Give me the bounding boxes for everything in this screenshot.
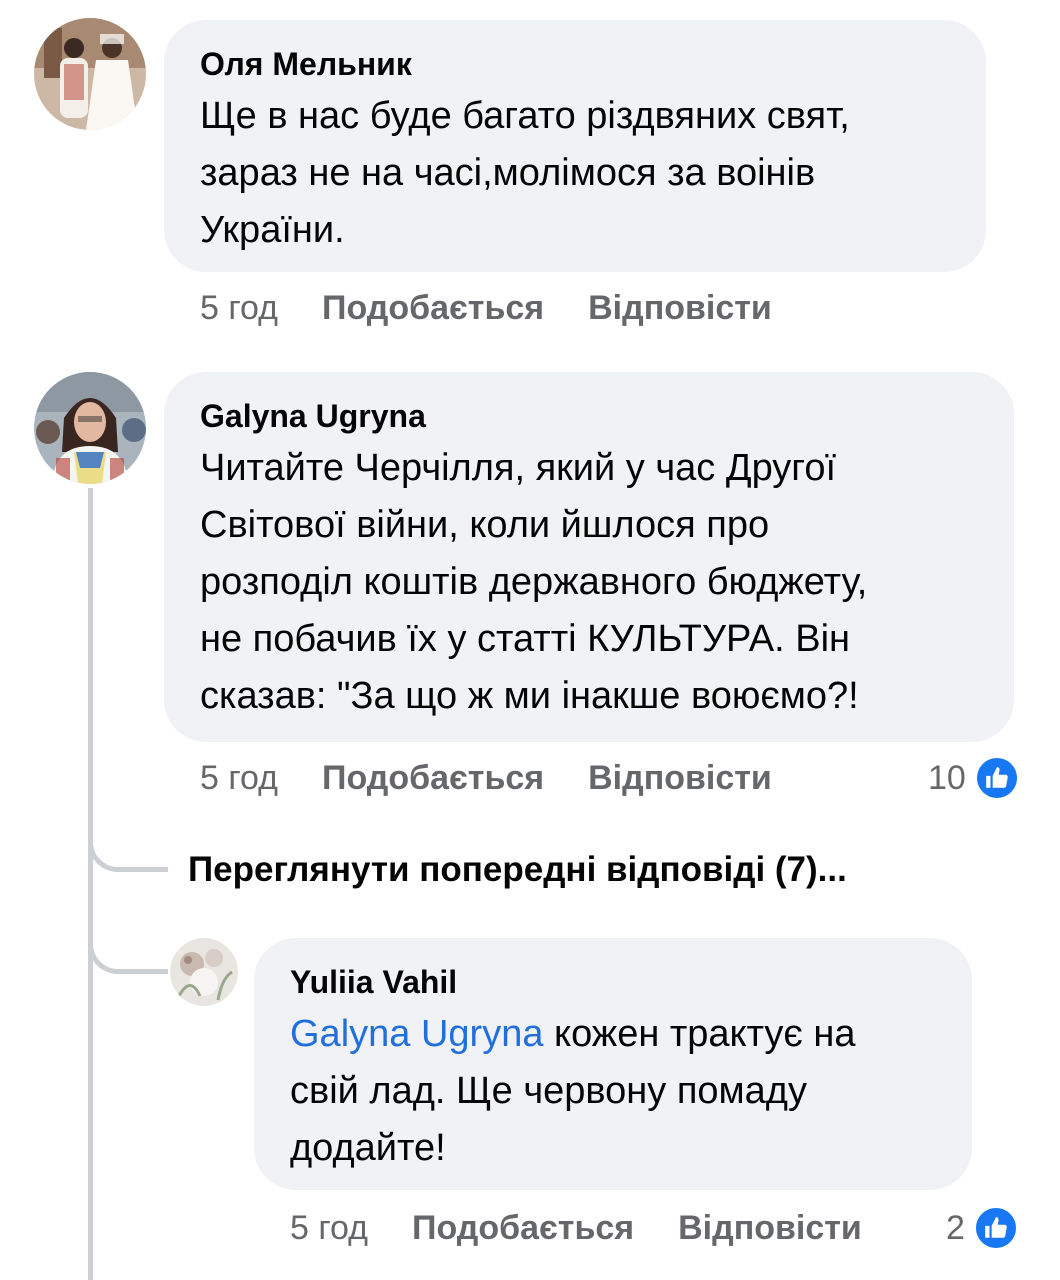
comment-author[interactable]: Galyna Ugryna — [200, 396, 978, 436]
comment-time[interactable]: 5 год — [200, 759, 278, 797]
reply-button[interactable]: Відповісти — [678, 1209, 862, 1247]
mention-link[interactable]: Galyna Ugryna — [290, 1013, 543, 1055]
reply-bubble: Yuliia Vahil Galyna Ugryna кожен трактує… — [254, 938, 972, 1190]
avatar[interactable] — [34, 18, 146, 130]
comment-time[interactable]: 5 год — [200, 289, 278, 327]
comment-author[interactable]: Оля Мельник — [200, 44, 950, 84]
thread-line — [88, 488, 93, 1280]
reply-author[interactable]: Yuliia Vahil — [290, 962, 936, 1002]
reply-actions: 5 год Подобається Відповісти — [290, 1208, 862, 1248]
comment-text-line: сказав: "За що ж ми інакше воюємо?! — [200, 675, 859, 717]
thumbs-up-icon — [985, 767, 1008, 788]
comment-bubble: Galyna Ugryna Читайте Черчілля, який у ч… — [164, 372, 1014, 742]
view-previous-replies-link[interactable]: Переглянути попередні відповіді (7)... — [188, 848, 847, 892]
reply-time[interactable]: 5 год — [290, 1209, 368, 1247]
like-button[interactable]: Подобається — [322, 759, 544, 797]
reaction-summary[interactable]: 10 — [928, 754, 1020, 802]
thread-connector — [88, 920, 168, 974]
reply-text-segment: кожен трактує на — [543, 1013, 856, 1055]
reaction-summary[interactable]: 2 — [946, 1204, 1019, 1252]
avatar[interactable] — [170, 938, 238, 1006]
reaction-count: 2 — [946, 1209, 965, 1247]
comment-text-line: розподіл коштів державного бюджету, — [200, 561, 868, 603]
comment-actions: 5 год Подобається Відповісти — [200, 288, 772, 328]
comment-bubble: Оля Мельник Ще в нас буде багато різдвян… — [164, 20, 986, 272]
like-icon — [972, 1205, 1019, 1251]
thumbs-up-icon — [985, 1217, 1007, 1238]
comment-actions: 5 год Подобається Відповісти — [200, 758, 772, 798]
avatar-photo-flowers — [170, 938, 238, 1006]
reaction-count: 10 — [928, 759, 966, 797]
reply-button[interactable]: Відповісти — [588, 759, 772, 797]
like-button[interactable]: Подобається — [412, 1209, 634, 1247]
comment-text-line: Світової війни, коли йшлося про — [200, 504, 770, 546]
thread-connector — [88, 800, 168, 872]
comment-text-line: Читайте Черчілля, який у час Другої — [200, 447, 837, 489]
comment-text-line: України. — [200, 209, 345, 251]
comment-text-line: не побачив їх у статті КУЛЬТУРА. Він — [200, 618, 851, 660]
like-button[interactable]: Подобається — [322, 289, 544, 327]
comment-text-line: Ще в нас буде багато різдвяних свят, — [200, 95, 850, 137]
comment-text: Ще в нас буде багато різдвяних свят, зар… — [200, 88, 950, 259]
comment-text-line: зараз не на часі,молімося за воінів — [200, 152, 816, 194]
avatar[interactable] — [34, 372, 146, 484]
reply-text: Galyna Ugryna кожен трактує на свій лад.… — [290, 1006, 936, 1177]
reply-button[interactable]: Відповісти — [588, 289, 772, 327]
reply-text-line: свій лад. Ще червону помаду — [290, 1070, 807, 1112]
reply-text-line: додайте! — [290, 1127, 446, 1169]
comment-text: Читайте Черчілля, який у час Другої Світ… — [200, 440, 978, 725]
avatar-photo-wedding — [34, 18, 146, 130]
like-icon — [973, 755, 1020, 801]
avatar-photo-woman — [34, 372, 146, 484]
